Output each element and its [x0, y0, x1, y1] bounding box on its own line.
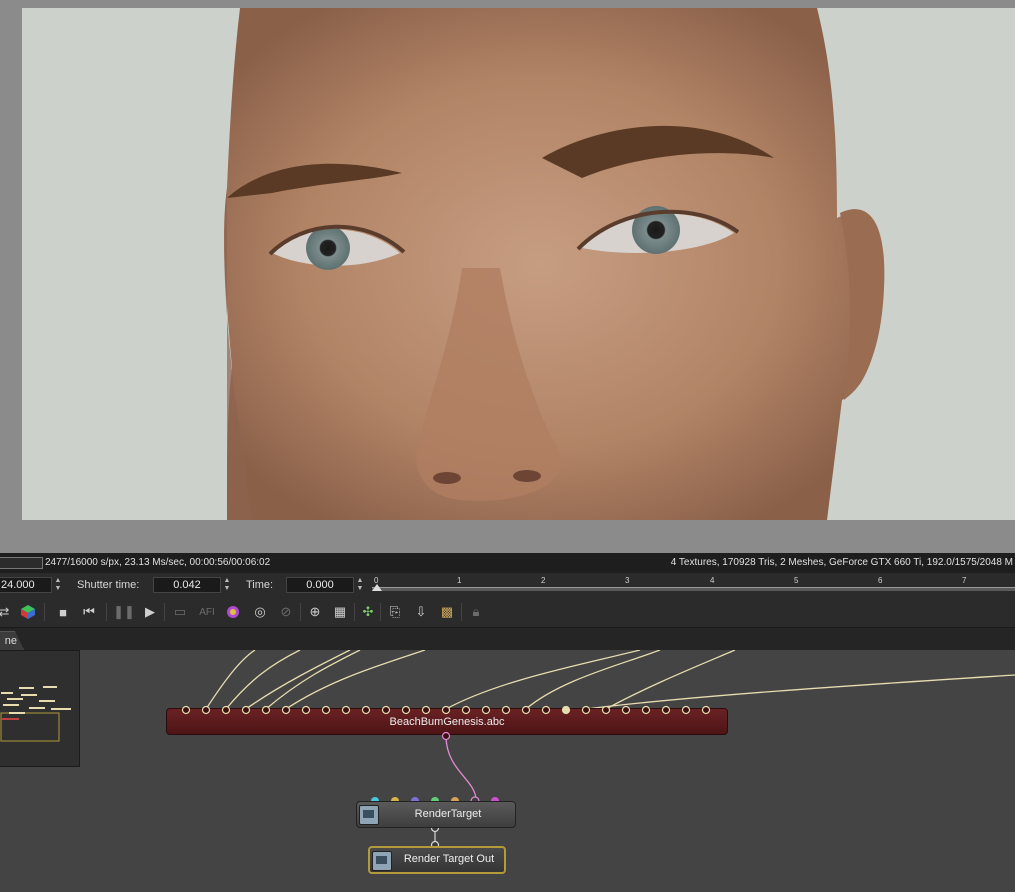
shutter-time-spinner[interactable]: ▲ ▼ — [223, 577, 231, 593]
timeline-tick: 0 — [374, 576, 379, 585]
lock-icon[interactable]: 🔒︎ — [466, 602, 486, 622]
link-abc-to-rendertarget — [445, 735, 477, 801]
viewport-toolbar: ⇄ ■ ⏮ ❚❚ ▶ ▭ AFI ◎ ⊘ ⊕ ▦ ✣ ⎘ ⇩ ▩ 🔒︎ — [0, 597, 1015, 628]
status-bar: 2477/16000 s/px, 23.13 Ms/sec, 00:00:56/… — [0, 553, 1015, 573]
fps-field[interactable]: 24.000 — [0, 577, 52, 593]
shutter-time-label: Shutter time: — [77, 579, 140, 591]
play-icon[interactable]: ▶ — [140, 602, 160, 622]
monitor-icon[interactable]: ▭ — [170, 602, 190, 622]
timeline-tick: 6 — [878, 576, 883, 585]
image-icon — [372, 851, 392, 871]
scene-stats-text: 4 Textures, 170928 Tris, 2 Meshes, GeFor… — [670, 557, 1013, 568]
time-spinner[interactable]: ▲ ▼ — [356, 577, 364, 593]
rendertarget-node-label: RenderTarget — [414, 808, 482, 820]
stop-icon[interactable]: ■ — [53, 602, 73, 622]
shutter-time-field[interactable]: 0.042 — [153, 577, 221, 593]
afi-icon[interactable]: AFI — [197, 602, 217, 622]
abc-node-label: BeachBumGenesis.abc — [389, 716, 505, 728]
timeline-playhead[interactable] — [372, 584, 382, 591]
tab-scene[interactable]: ne — [0, 631, 24, 650]
timeline-tick: 7 — [962, 576, 967, 585]
zoom-region-icon[interactable]: ⊕ — [305, 602, 325, 622]
timeline-tick: 5 — [794, 576, 799, 585]
timeline-tick: 2 — [541, 576, 546, 585]
rendertarget-out-node[interactable]: Render Target Out — [368, 846, 506, 874]
copy-icon[interactable]: ⎘ — [385, 602, 405, 622]
transform-icon[interactable]: ⇄ — [0, 602, 14, 622]
picker-icon[interactable]: ✣ — [358, 602, 378, 622]
render-viewport[interactable] — [0, 0, 1015, 553]
color-wheel-icon[interactable] — [223, 602, 243, 622]
timeline-tick: 1 — [457, 576, 462, 585]
timeline-tick: 4 — [710, 576, 715, 585]
rendertarget-node[interactable]: RenderTarget — [356, 801, 516, 828]
grid-icon[interactable]: ▩ — [437, 602, 457, 622]
rendertarget-out-node-label: Render Target Out — [403, 853, 495, 865]
fps-spinner[interactable]: ▲ ▼ — [54, 577, 62, 593]
image-icon — [359, 805, 379, 825]
render-stats-text: 2477/16000 s/px, 23.13 Ms/sec, 00:00:56/… — [45, 557, 271, 568]
camera-reset-icon[interactable]: ◎ — [250, 602, 270, 622]
timeline-ruler[interactable]: 0 1 2 3 4 5 6 7 — [372, 574, 1015, 596]
checker-icon[interactable]: ▦ — [330, 602, 350, 622]
abc-geometry-node[interactable]: BeachBumGenesis.abc — [166, 708, 728, 735]
export-icon[interactable]: ⇩ — [411, 602, 431, 622]
color-cube-icon[interactable] — [18, 602, 38, 622]
node-wires — [205, 650, 1015, 710]
face-render-image — [22, 8, 1015, 520]
pause-icon[interactable]: ❚❚ — [113, 602, 135, 622]
time-label: Time: — [246, 579, 274, 591]
node-graph-tabbar: ne — [0, 628, 1015, 650]
time-controls: 24.000 ▲ ▼ Shutter time: 0.042 ▲ ▼ Time: 0… — [0, 573, 1015, 597]
camera-link-icon[interactable]: ⊘ — [276, 602, 296, 622]
render-progress-bar — [0, 557, 43, 569]
timeline-track[interactable] — [372, 587, 1015, 591]
node-graph-editor[interactable]: BeachBumGenesis.abc RenderTarget Render … — [0, 650, 1015, 892]
graph-minimap[interactable] — [0, 650, 80, 767]
timeline-tick: 3 — [625, 576, 630, 585]
time-field[interactable]: 0.000 — [286, 577, 354, 593]
rewind-icon[interactable]: ⏮ — [79, 602, 99, 622]
